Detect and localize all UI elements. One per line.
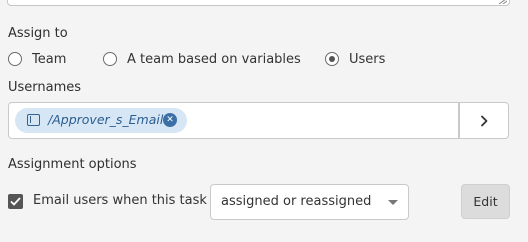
- resize-grip-icon[interactable]: [498, 0, 507, 4]
- variable-icon: [27, 114, 40, 126]
- checkmark-icon: [10, 197, 21, 206]
- close-circle-icon[interactable]: ✕: [163, 113, 177, 127]
- email-users-checkbox[interactable]: [8, 194, 23, 209]
- radio-team-by-variables-control[interactable]: [103, 52, 117, 66]
- usernames-label: Usernames: [8, 80, 82, 95]
- assignment-options-heading: Assignment options: [8, 157, 137, 172]
- usernames-input[interactable]: /Approver_s_Email ✕: [8, 102, 459, 139]
- chevron-right-icon: [481, 115, 488, 126]
- radio-team-by-variables-label: A team based on variables: [127, 51, 301, 67]
- assign-to-heading: Assign to: [8, 26, 68, 41]
- radio-team-control[interactable]: [8, 52, 22, 66]
- username-chip-label: /Approver_s_Email: [48, 112, 164, 127]
- radio-users-control[interactable]: [325, 52, 339, 66]
- usernames-expand-button[interactable]: [459, 102, 509, 139]
- email-trigger-select[interactable]: assigned or reassigned: [210, 184, 409, 220]
- email-trigger-value: assigned or reassigned: [221, 194, 372, 209]
- description-textarea[interactable]: [7, 0, 510, 6]
- radio-team-label: Team: [32, 51, 67, 67]
- email-users-label: Email users when this task is: [33, 193, 222, 208]
- edit-button[interactable]: Edit: [461, 184, 510, 219]
- radio-users[interactable]: Users: [325, 50, 385, 68]
- username-chip[interactable]: /Approver_s_Email ✕: [15, 108, 187, 133]
- caret-down-icon: [388, 200, 398, 205]
- radio-users-label: Users: [349, 51, 386, 67]
- radio-team-by-variables[interactable]: A team based on variables: [103, 50, 301, 68]
- radio-team[interactable]: Team: [8, 50, 66, 68]
